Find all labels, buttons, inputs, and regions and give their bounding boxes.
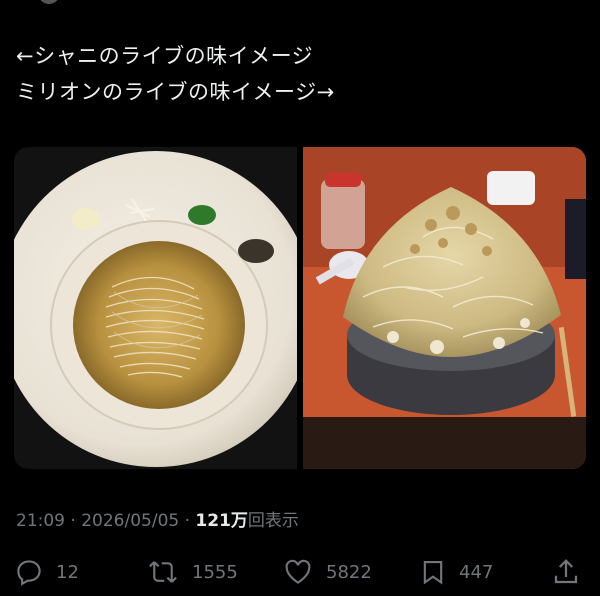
tweet-meta: 21:09 · 2026/05/05 · 121万回表示 xyxy=(16,506,299,531)
tweet-line-1: ←シャニのライブの味イメージ xyxy=(16,44,314,68)
like-count: 5822 xyxy=(326,561,372,583)
media-grid xyxy=(14,147,586,469)
tweet-line-2: ミリオンのライブの味イメージ→ xyxy=(16,80,335,104)
heart-icon xyxy=(282,557,314,587)
share-button[interactable] xyxy=(551,552,581,592)
bookmark-count: 447 xyxy=(459,561,494,583)
share-icon xyxy=(551,557,581,587)
retweet-count: 1555 xyxy=(192,561,238,583)
bookmark-icon xyxy=(419,557,447,587)
tweet-time[interactable]: 21:09 xyxy=(16,511,65,531)
views-count: 121万 xyxy=(195,511,248,531)
tweet-text: ←シャニのライブの味イメージ ミリオンのライブの味イメージ→ xyxy=(16,38,586,110)
tweet-date[interactable]: 2026/05/05 xyxy=(81,511,179,531)
meta-separator: · xyxy=(65,511,82,531)
reply-count: 12 xyxy=(56,561,79,583)
reply-button[interactable]: 12 xyxy=(14,552,79,592)
avatar[interactable] xyxy=(38,0,60,4)
like-button[interactable]: 5822 xyxy=(282,552,372,592)
reply-icon xyxy=(14,557,44,587)
views-label: 回表示 xyxy=(247,511,299,531)
photo-shio-ramen[interactable] xyxy=(14,147,297,469)
retweet-button[interactable]: 1555 xyxy=(146,552,238,592)
photo-jiro-ramen[interactable] xyxy=(303,147,586,469)
meta-separator: · xyxy=(179,511,196,531)
retweet-icon xyxy=(146,557,180,587)
action-bar: 12 1555 5822 447 xyxy=(0,552,600,592)
bookmark-button[interactable]: 447 xyxy=(419,552,493,592)
